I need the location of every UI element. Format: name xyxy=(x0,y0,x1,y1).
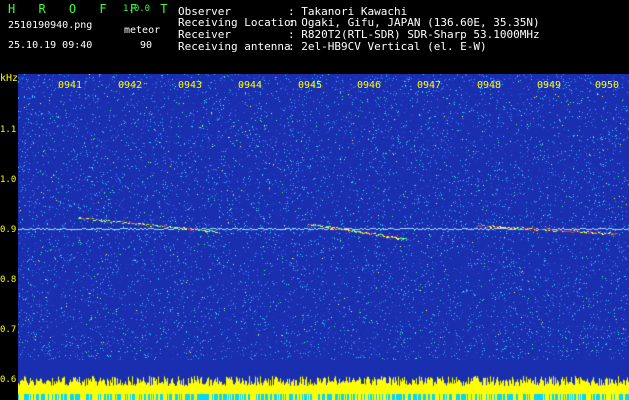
image-filename: 2510190940.png xyxy=(8,20,93,31)
antenna-value: : 2el-HB9CV Vertical (el. E-W) xyxy=(288,40,487,53)
x-tick-0945: 0945 xyxy=(298,80,323,91)
receiver-value: : R820T2(RTL-SDR) SDR-Sharp 53.1000MHz xyxy=(288,28,540,41)
power-bars xyxy=(18,360,629,400)
x-tick-0949: 0949 xyxy=(537,80,562,91)
x-tick-0950: 0950 xyxy=(595,80,620,91)
y-tick-1-1: 1.1 xyxy=(0,125,17,135)
y-tick-0-8: 0.8 xyxy=(0,275,17,285)
y-tick-1-0: 1.0 xyxy=(0,175,17,185)
y-axis-unit: kHz xyxy=(0,73,19,84)
y-tick-0-9: 0.9 xyxy=(0,225,17,235)
spectrogram-canvas xyxy=(18,74,629,400)
x-tick-0948: 0948 xyxy=(477,80,502,91)
y-tick-0-6: 0.6 xyxy=(0,375,17,385)
x-tick-0943: 0943 xyxy=(178,80,203,91)
x-tick-0941: 0941 xyxy=(58,80,83,91)
y-tick-0-7: 0.7 xyxy=(0,325,17,335)
x-tick-0942: 0942 xyxy=(118,80,143,91)
meteor-count: 90 xyxy=(140,40,153,51)
receiver-label: Receiver xyxy=(178,28,231,41)
x-tick-0947: 0947 xyxy=(417,80,442,91)
x-tick-0946: 0946 xyxy=(357,80,382,91)
app-version: 1.0.0 xyxy=(123,4,151,14)
location-label: Receiving Location xyxy=(178,16,298,29)
app-brand: H R O F F T xyxy=(8,2,176,16)
antenna-label: Receiving antenna xyxy=(178,40,291,53)
capture-datetime: 25.10.19 09:40 xyxy=(8,40,93,51)
header-panel: H R O F F T 1.0.0 2510190940.png 25.10.1… xyxy=(0,0,629,72)
location-value: : Ogaki, Gifu, JAPAN (136.60E, 35.35N) xyxy=(288,16,540,29)
x-tick-0944: 0944 xyxy=(238,80,263,91)
meteor-label: meteor xyxy=(124,25,161,36)
